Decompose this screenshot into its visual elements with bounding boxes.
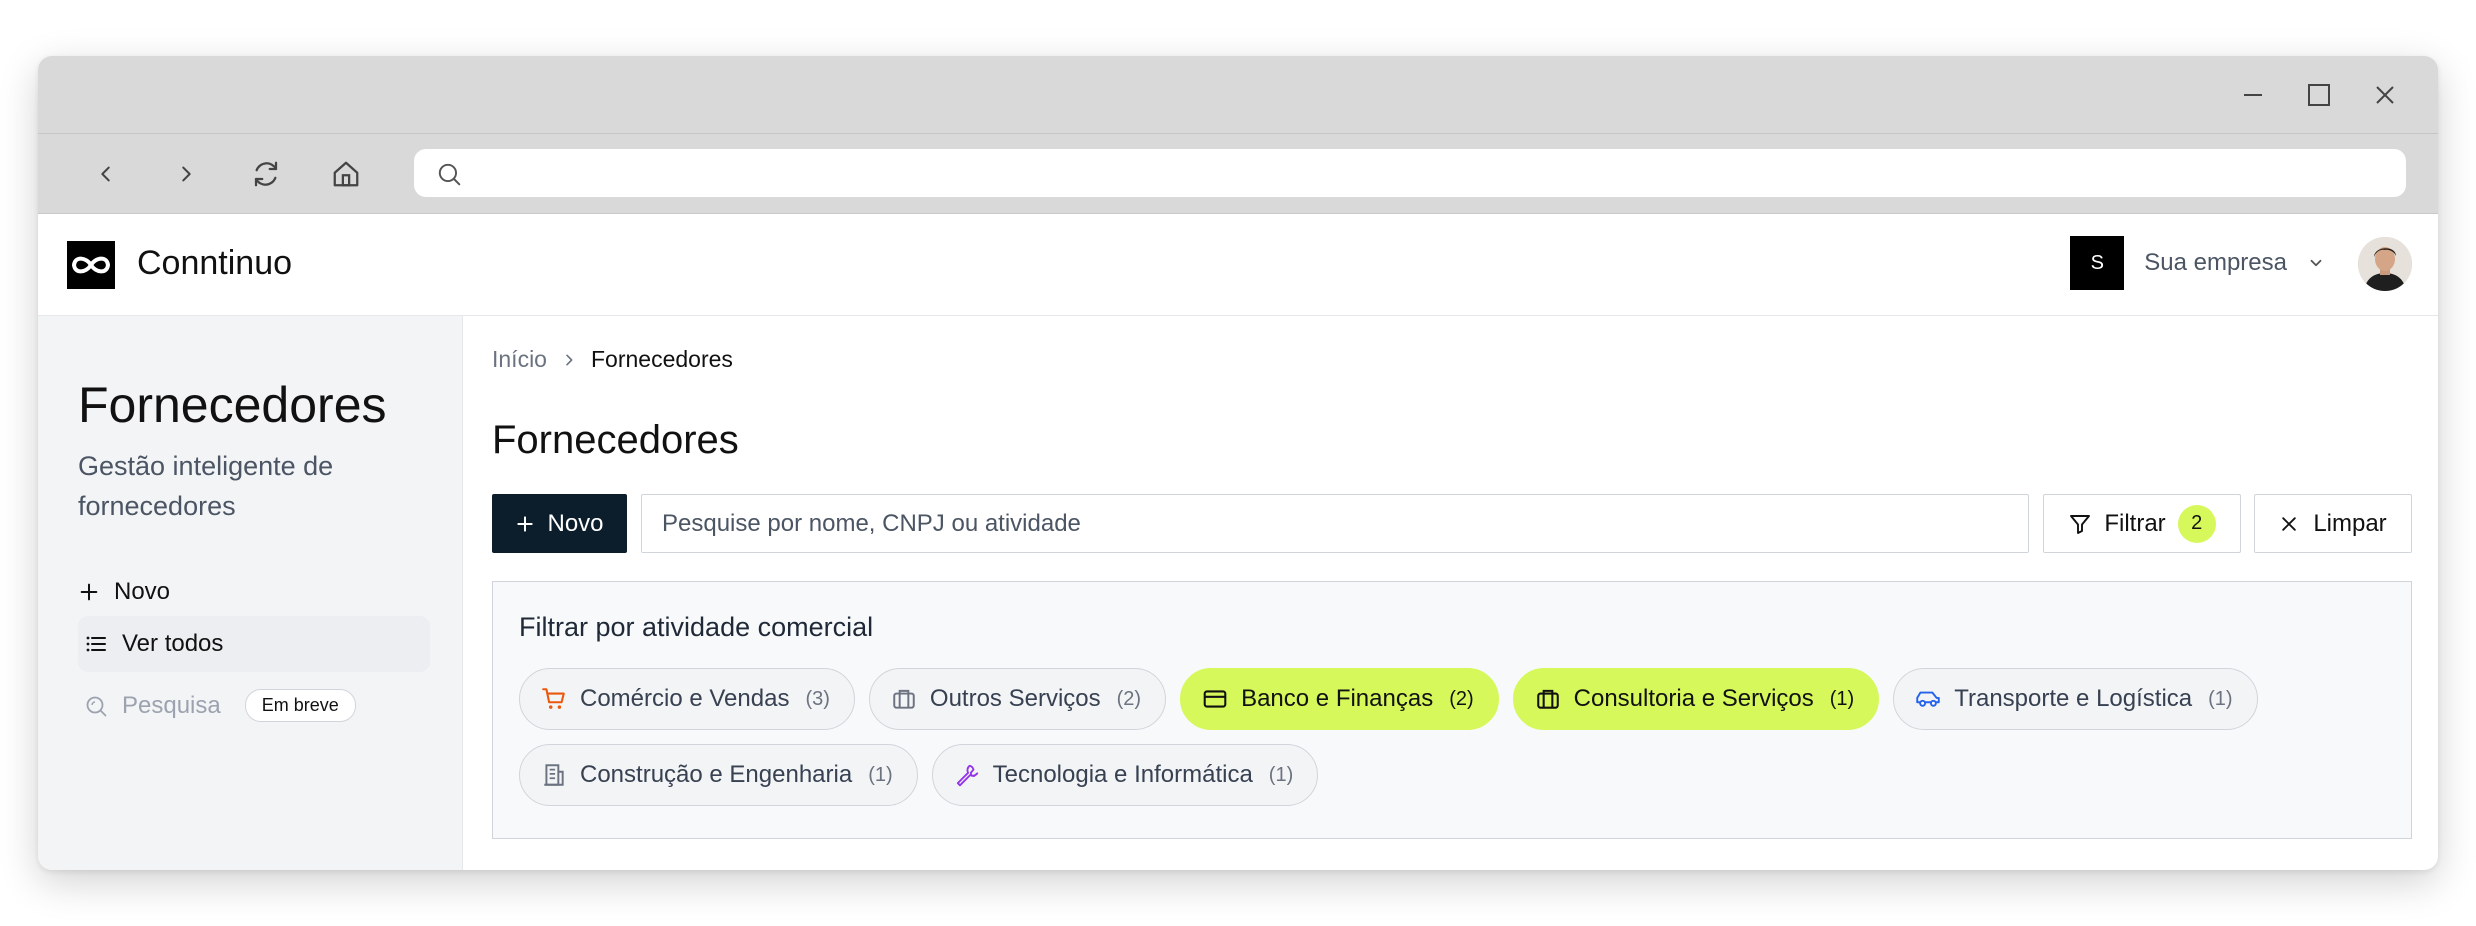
chip-label: Transporte e Logística bbox=[1954, 685, 2193, 712]
chip-banco-financas[interactable]: Banco e Finanças (2) bbox=[1180, 668, 1499, 730]
chip-label: Construção e Engenharia bbox=[580, 761, 853, 788]
chevron-right-icon bbox=[566, 354, 573, 365]
filter-button-label: Filtrar bbox=[2104, 509, 2166, 537]
chip-label: Comércio e Vendas bbox=[580, 685, 790, 712]
page-title: Fornecedores bbox=[492, 418, 739, 462]
cart-icon bbox=[540, 685, 568, 713]
brand-name: Conntinuo bbox=[137, 244, 293, 282]
chip-count: (2) bbox=[1449, 687, 1474, 710]
chip-count: (1) bbox=[1829, 687, 1855, 710]
building-icon bbox=[540, 761, 568, 789]
sidebar-item-label: Novo bbox=[114, 578, 171, 605]
brand-logo[interactable] bbox=[67, 241, 115, 289]
breadcrumb-current: Fornecedores bbox=[590, 346, 733, 372]
chevron-right-icon bbox=[182, 166, 191, 182]
user-avatar[interactable] bbox=[2358, 237, 2412, 291]
sidebar: Fornecedores Gestão inteligente de forne… bbox=[38, 316, 463, 870]
breadcrumb-home[interactable]: Início bbox=[492, 346, 547, 373]
window-controls bbox=[2238, 80, 2400, 110]
chip-count: (3) bbox=[805, 687, 830, 710]
new-button-label: Novo bbox=[547, 509, 604, 537]
home-button[interactable] bbox=[328, 156, 364, 192]
sidebar-item-label: Ver todos bbox=[122, 630, 224, 657]
chevron-down-icon bbox=[2310, 259, 2322, 267]
list-icon bbox=[86, 636, 106, 652]
clear-button[interactable]: Limpar bbox=[2254, 494, 2412, 553]
forward-button[interactable] bbox=[168, 156, 204, 192]
chip-count: (1) bbox=[868, 763, 893, 786]
back-button[interactable] bbox=[88, 156, 124, 192]
activity-filter-panel: Filtrar por atividade comercial Comércio… bbox=[492, 581, 2412, 839]
browser-window: Conntinuo S Sua empresa Fornecedores Ges… bbox=[38, 56, 2438, 870]
chip-count: (1) bbox=[2208, 687, 2233, 710]
home-icon bbox=[333, 161, 359, 187]
sidebar-item-ver-todos[interactable]: Ver todos bbox=[78, 616, 430, 672]
address-bar[interactable] bbox=[414, 149, 2406, 197]
company-switcher[interactable]: S Sua empresa bbox=[2070, 236, 2325, 290]
company-badge: S bbox=[2070, 236, 2125, 290]
search-icon bbox=[86, 696, 107, 716]
sidebar-item-novo[interactable]: Novo bbox=[78, 578, 170, 606]
chip-label: Banco e Finanças bbox=[1241, 685, 1434, 712]
funnel-icon bbox=[2070, 514, 2091, 534]
clear-button-label: Limpar bbox=[2313, 509, 2387, 537]
minimize-button[interactable] bbox=[2238, 80, 2268, 110]
chip-comercio-vendas[interactable]: Comércio e Vendas (3) bbox=[519, 668, 855, 730]
maximize-icon bbox=[2308, 84, 2330, 106]
search-icon bbox=[438, 163, 461, 186]
window-titlebar bbox=[38, 56, 2438, 134]
app-header: Conntinuo S Sua empresa bbox=[38, 214, 2438, 316]
close-icon bbox=[2376, 86, 2394, 104]
filter-count-badge: 2 bbox=[2177, 504, 2216, 543]
coming-soon-badge: Em breve bbox=[244, 689, 356, 722]
chip-consultoria-servicos[interactable]: Consultoria e Serviços (1) bbox=[1512, 668, 1880, 730]
chip-count: (2) bbox=[1116, 687, 1142, 710]
breadcrumb: Início Fornecedores bbox=[492, 346, 733, 373]
filter-panel-title: Filtrar por atividade comercial bbox=[519, 612, 874, 642]
maximize-button[interactable] bbox=[2304, 80, 2334, 110]
chip-count: (1) bbox=[1268, 763, 1294, 786]
browser-toolbar bbox=[38, 134, 2438, 214]
sidebar-subtitle: Gestão inteligente de fornecedores bbox=[78, 451, 334, 521]
chevron-left-icon bbox=[101, 166, 110, 182]
car-icon bbox=[1914, 685, 1942, 713]
credit-card-icon bbox=[1201, 685, 1229, 713]
reload-icon bbox=[254, 161, 278, 187]
search-placeholder: Pesquise por nome, CNPJ ou atividade bbox=[662, 509, 1081, 537]
minimize-icon bbox=[2244, 94, 2262, 96]
filter-button[interactable]: Filtrar 2 bbox=[2043, 494, 2241, 553]
sidebar-title: Fornecedores bbox=[78, 377, 387, 433]
sidebar-item-label: Pesquisa bbox=[122, 691, 221, 719]
reload-button[interactable] bbox=[248, 156, 284, 192]
chip-label: Outros Serviços bbox=[929, 685, 1101, 712]
filter-chips: Comércio e Vendas (3) Outros Serviços (2… bbox=[519, 668, 2399, 806]
close-icon bbox=[2282, 516, 2297, 531]
sidebar-item-pesquisa: Pesquisa Em breve bbox=[78, 689, 356, 722]
chip-label: Consultoria e Serviços bbox=[1573, 685, 1814, 712]
chip-outros-servicos[interactable]: Outros Serviços (2) bbox=[868, 668, 1167, 730]
wrench-icon bbox=[953, 761, 981, 789]
close-window-button[interactable] bbox=[2370, 80, 2400, 110]
new-supplier-button[interactable]: Novo bbox=[492, 494, 627, 553]
briefcase-icon bbox=[1534, 685, 1562, 713]
infinity-icon bbox=[71, 256, 111, 274]
chip-construcao-engenharia[interactable]: Construção e Engenharia (1) bbox=[519, 744, 918, 806]
main-content: Início Fornecedores Fornecedores Novo Pe… bbox=[463, 316, 2438, 870]
chip-label: Tecnologia e Informática bbox=[992, 761, 1253, 788]
briefcase-icon bbox=[890, 685, 918, 713]
company-name: Sua empresa bbox=[2144, 249, 2287, 276]
chip-tecnologia-informatica[interactable]: Tecnologia e Informática (1) bbox=[931, 744, 1319, 806]
chip-transporte-logistica[interactable]: Transporte e Logística (1) bbox=[1893, 668, 2258, 730]
plus-icon bbox=[80, 583, 98, 601]
plus-icon bbox=[517, 515, 534, 532]
search-input[interactable]: Pesquise por nome, CNPJ ou atividade bbox=[641, 494, 2029, 553]
